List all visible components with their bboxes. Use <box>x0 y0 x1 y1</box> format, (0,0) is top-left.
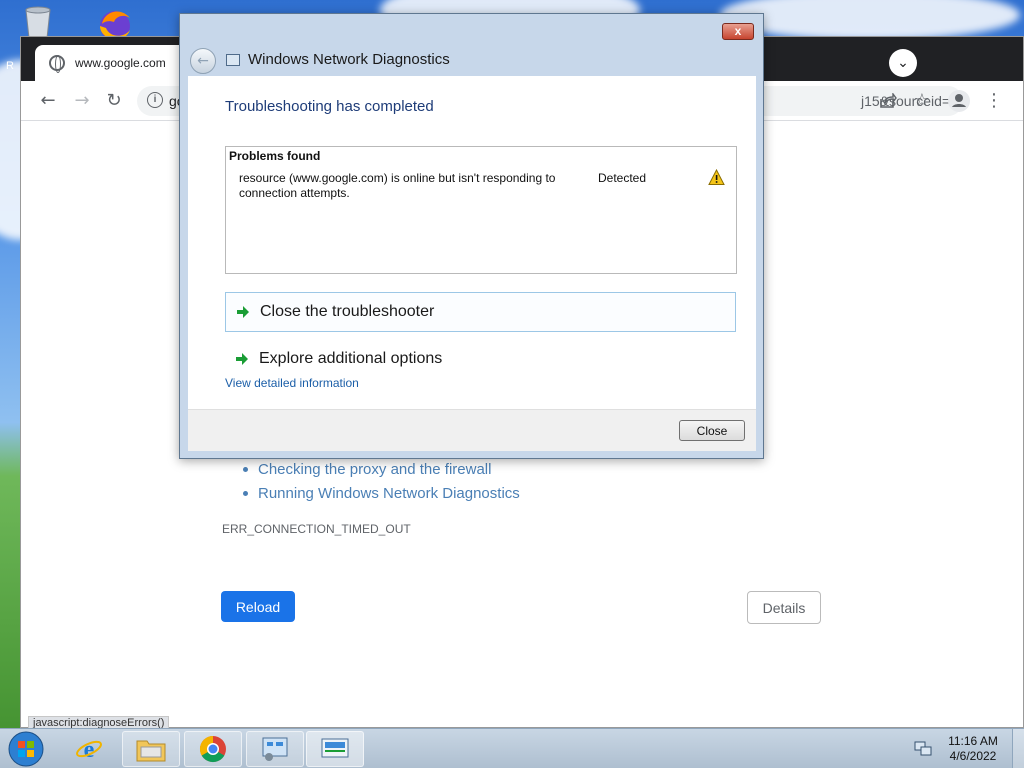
close-button[interactable]: Close <box>679 420 745 441</box>
network-diagnostics-icon <box>321 738 349 758</box>
suggestion-link[interactable]: Checking the proxy and the firewall <box>258 461 491 478</box>
error-code: ERR_CONNECTION_TIMED_OUT <box>222 522 411 536</box>
dialog-footer: Close <box>188 409 756 451</box>
svg-text:e: e <box>84 737 95 763</box>
taskbar: e 11:16 AM 4/6/2022 <box>0 728 1024 768</box>
suggestion-link[interactable]: Running Windows Network Diagnostics <box>258 485 520 502</box>
network-tray-icon[interactable] <box>914 741 932 757</box>
cloud <box>720 0 1020 40</box>
problem-status: Detected <box>598 171 647 185</box>
taskbar-explorer[interactable] <box>122 731 180 767</box>
suggestion-list: Checking the proxy and the firewall Runn… <box>243 457 520 505</box>
tab-search-button[interactable]: ⌄ <box>889 49 917 77</box>
suggestion-item[interactable]: Checking the proxy and the firewall <box>243 457 520 481</box>
taskbar-control-panel[interactable] <box>246 731 304 767</box>
problems-title: Problems found <box>229 149 321 163</box>
close-troubleshooter-option[interactable]: Close the troubleshooter <box>225 292 736 332</box>
dialog-content: Troubleshooting has completed Problems f… <box>188 76 756 409</box>
globe-icon <box>49 55 65 73</box>
back-arrow-icon[interactable]: ← <box>35 88 61 114</box>
option-label: Explore additional options <box>259 350 443 367</box>
clock-date: 4/6/2022 <box>949 749 997 763</box>
profile-avatar-icon[interactable] <box>947 89 971 113</box>
bullet-icon <box>243 466 248 472</box>
view-detailed-information-link[interactable]: View detailed information <box>225 376 359 390</box>
info-icon[interactable]: i <box>147 92 163 108</box>
option-label: Close the troubleshooter <box>260 303 435 320</box>
suggestion-item[interactable]: Running Windows Network Diagnostics <box>243 481 520 505</box>
back-arrow-icon[interactable]: ← <box>190 48 216 74</box>
bookmark-star-icon[interactable]: ☆ <box>909 88 935 114</box>
internet-explorer-icon: e <box>76 737 102 763</box>
diagnostics-app-icon <box>226 54 240 66</box>
start-button-icon[interactable] <box>6 730 46 768</box>
share-icon[interactable] <box>879 93 897 109</box>
taskbar-chrome[interactable] <box>184 731 242 767</box>
desktop-icon-label: R <box>6 60 14 72</box>
green-arrow-icon <box>237 306 249 318</box>
folder-icon <box>136 740 166 762</box>
warning-icon <box>708 169 725 185</box>
recycle-bin-icon[interactable] <box>18 6 58 40</box>
problem-description[interactable]: resource (www.google.com) is online but … <box>239 171 579 201</box>
dialog-heading: Troubleshooting has completed <box>225 98 434 115</box>
taskbar-network-diagnostics[interactable] <box>306 731 364 767</box>
system-clock[interactable]: 11:16 AM 4/6/2022 <box>940 734 1006 764</box>
dialog-title: Windows Network Diagnostics <box>248 51 450 68</box>
forward-arrow-icon[interactable]: → <box>69 88 95 114</box>
tab-title: www.google.com <box>75 56 166 70</box>
show-desktop-button[interactable] <box>1012 729 1024 768</box>
kebab-menu-icon[interactable]: ⋮ <box>981 88 1007 114</box>
network-diagnostics-dialog: x ← Windows Network Diagnostics Troubles… <box>179 13 764 459</box>
bullet-icon <box>243 490 248 496</box>
problems-found-box: Problems found resource (www.google.com)… <box>225 146 737 274</box>
green-arrow-icon <box>236 353 248 365</box>
clock-time: 11:16 AM <box>948 734 998 748</box>
reload-button[interactable]: Reload <box>221 591 295 622</box>
explore-options-option[interactable]: Explore additional options <box>225 339 736 379</box>
reload-icon[interactable]: ↻ <box>101 88 127 114</box>
details-button[interactable]: Details <box>747 591 821 624</box>
taskbar-ie[interactable]: e <box>60 731 118 767</box>
control-panel-icon <box>262 737 288 761</box>
chrome-icon <box>199 735 226 763</box>
dialog-title-close-button[interactable]: x <box>722 23 754 40</box>
